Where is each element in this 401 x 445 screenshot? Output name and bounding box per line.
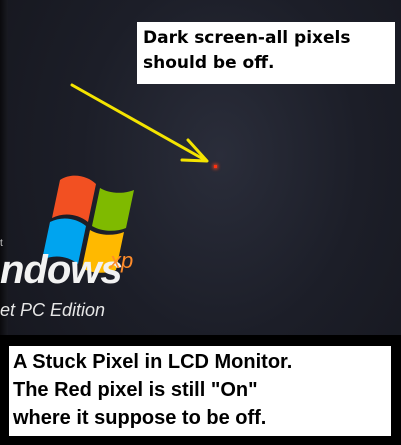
stuck-red-pixel xyxy=(214,165,217,168)
logo-xp-mark: xp xyxy=(110,248,134,273)
logo-edition-text: et PC Edition xyxy=(0,300,106,320)
logo-windows-word: ndows xyxy=(0,248,123,292)
bottom-caption-label: A Stuck Pixel in LCD Monitor. The Red pi… xyxy=(6,343,394,439)
monitor-photo: Dark screen-all pixels should be off. t … xyxy=(0,0,401,445)
